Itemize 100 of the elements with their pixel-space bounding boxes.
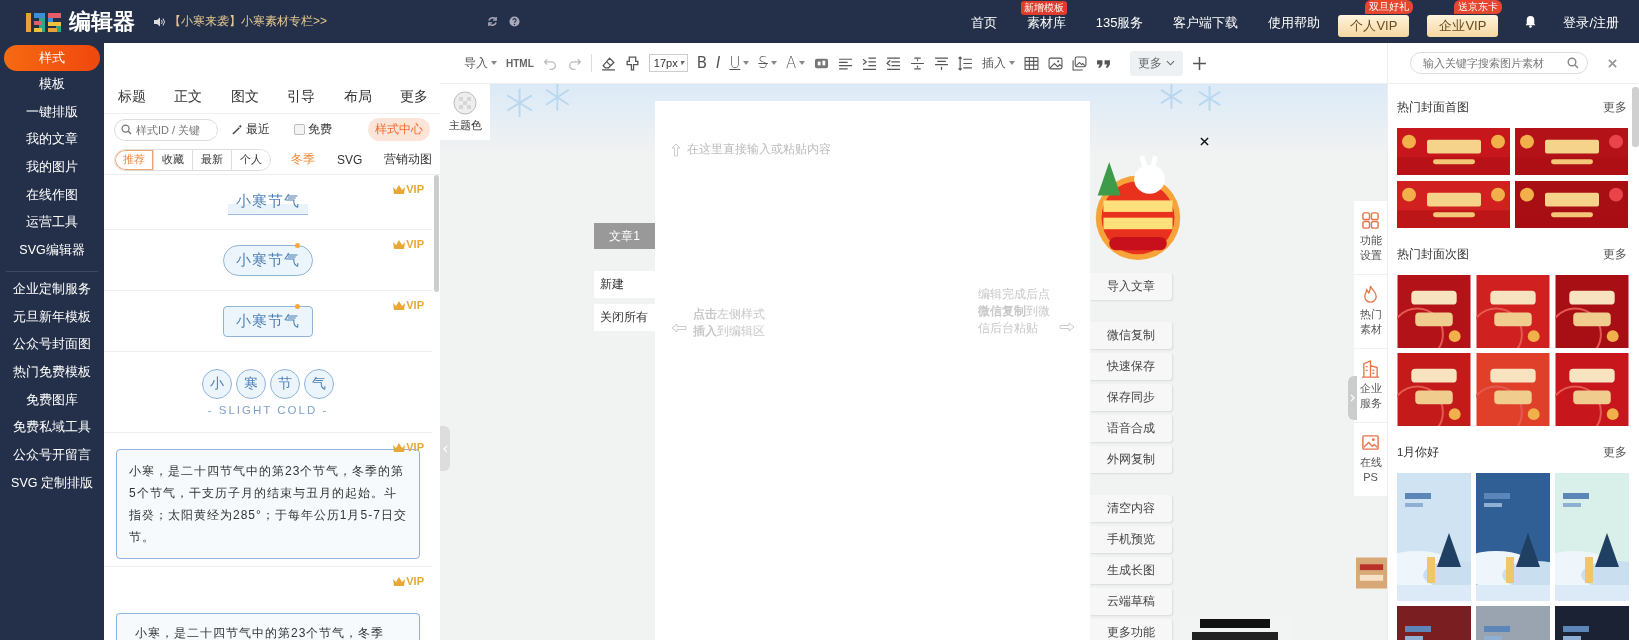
more-link[interactable]: 更多: [1603, 444, 1627, 460]
scrollbar[interactable]: [434, 175, 439, 292]
nav-link[interactable]: 135服务: [1095, 15, 1144, 30]
action-button[interactable]: 清空内容: [1090, 495, 1172, 522]
underline-button[interactable]: U: [729, 54, 750, 72]
nav-link[interactable]: 素材库: [1026, 15, 1066, 30]
vip-button[interactable]: 企业VIP: [1427, 15, 1499, 37]
sidebar-item[interactable]: 免费私域工具: [4, 414, 100, 442]
font-size-field[interactable]: 17px: [648, 54, 688, 72]
italic-button[interactable]: I: [715, 54, 721, 72]
expand-handle[interactable]: [1348, 376, 1357, 420]
login-link[interactable]: 登录/注册: [1563, 15, 1619, 30]
editor-placeholder: 在这里直接输入或粘贴内容: [687, 141, 831, 158]
announcement-link[interactable]: 【小寒来袭】小寒素材专栏>>: [169, 13, 327, 30]
more-button[interactable]: 更多: [1130, 50, 1184, 76]
insert-menu[interactable]: 插入: [982, 55, 1016, 71]
format-brush-icon[interactable]: [624, 55, 640, 71]
vip-tag: VIP: [393, 238, 424, 250]
indent-icon[interactable]: [862, 55, 878, 71]
category-tab[interactable]: 更多: [399, 87, 428, 106]
sidebar-item[interactable]: 免费图库: [4, 386, 100, 415]
article-action-button[interactable]: 关闭所有: [594, 304, 655, 331]
action-button[interactable]: 外网复制: [1090, 446, 1172, 473]
more-link[interactable]: 更多: [1603, 246, 1627, 262]
outdent-icon[interactable]: [886, 55, 902, 71]
sidebar-item[interactable]: 元旦新年模板: [4, 303, 100, 332]
snowflake-drawing: [506, 84, 570, 118]
sidebar-item[interactable]: 公众号封面图: [4, 331, 100, 359]
refresh-icon[interactable]: [487, 16, 498, 27]
sidebar-item[interactable]: SVG编辑器: [4, 237, 100, 265]
action-button[interactable]: 生成长图: [1090, 557, 1172, 584]
category-tab[interactable]: 标题: [118, 87, 146, 106]
action-button[interactable]: 快速保存: [1090, 353, 1172, 380]
help-icon[interactable]: [509, 16, 520, 27]
snowflake-drawing: [1160, 84, 1221, 112]
action-button[interactable]: 保存同步: [1090, 384, 1172, 411]
sidebar-item[interactable]: 我的文章: [4, 126, 100, 155]
style-title[interactable]: 小寒节气: [223, 305, 313, 337]
nav-link[interactable]: 使用帮助: [1268, 15, 1321, 30]
arrow-up-icon: [671, 142, 681, 157]
eraser-icon[interactable]: [600, 55, 616, 71]
bold-button[interactable]: B: [696, 54, 707, 72]
crown-icon: [393, 442, 406, 452]
char-circle[interactable]: 寒: [236, 368, 266, 399]
gallery-icon[interactable]: [1072, 55, 1088, 71]
image-icon[interactable]: [1048, 55, 1064, 71]
article-action-button[interactable]: 新建: [594, 271, 655, 298]
new-badge: 新增模板: [1020, 1, 1067, 15]
table-icon[interactable]: [1024, 55, 1040, 71]
theme-color-button[interactable]: 主题色: [440, 84, 490, 140]
more-link[interactable]: 更多: [1603, 99, 1627, 115]
import-menu[interactable]: 导入: [464, 55, 497, 71]
action-button[interactable]: 云端草稿: [1090, 588, 1172, 615]
bell-icon[interactable]: [1524, 15, 1538, 28]
sidebar-item[interactable]: 我的图片: [4, 154, 100, 182]
line-height-icon[interactable]: [958, 55, 974, 71]
sidebar-item[interactable]: 模板: [4, 71, 100, 99]
building-icon: [1361, 359, 1380, 378]
char-circle[interactable]: 节: [270, 368, 300, 399]
sidebar-item[interactable]: 在线作图: [4, 181, 100, 210]
sidebar-item[interactable]: 一键排版: [4, 98, 100, 127]
vip-button[interactable]: 个人VIP: [1338, 15, 1410, 37]
sidebar-item[interactable]: 公众号开留言: [4, 441, 100, 470]
sidebar-item[interactable]: 企业定制服务: [4, 275, 100, 304]
section-title: 1月你好: [1397, 444, 1440, 460]
style-title[interactable]: 小寒节气: [223, 244, 313, 276]
collapse-handle[interactable]: [440, 426, 450, 471]
nav-link[interactable]: 首页: [970, 15, 997, 30]
recent-link[interactable]: 最近: [246, 121, 270, 138]
char-circle[interactable]: 气: [304, 368, 334, 399]
html-button[interactable]: HTML: [506, 57, 534, 69]
promo-badge: 双旦好礼: [1365, 0, 1414, 14]
scrollbar[interactable]: [1632, 87, 1639, 147]
sidebar-item[interactable]: 热门免费模板: [4, 358, 100, 387]
category-tab[interactable]: 引导: [287, 87, 316, 106]
char-circle[interactable]: 小: [202, 368, 232, 399]
strikethrough-button[interactable]: S: [758, 54, 777, 72]
category-tab[interactable]: 图文: [230, 87, 259, 106]
sidebar-item[interactable]: 运营工具: [4, 209, 100, 238]
vertical-align-icon[interactable]: [910, 55, 926, 71]
nav-link[interactable]: 客户端下载: [1173, 15, 1239, 30]
free-checkbox[interactable]: [294, 124, 305, 135]
sidebar-item[interactable]: SVG 定制排版: [4, 469, 100, 498]
category-tab[interactable]: 正文: [174, 87, 203, 106]
category-link[interactable]: SVG: [337, 152, 363, 167]
category-link[interactable]: 营销动图: [384, 151, 433, 168]
paragraph-spacing-icon[interactable]: [934, 55, 950, 71]
speaker-icon: [153, 16, 165, 27]
font-color-button[interactable]: A: [785, 54, 806, 72]
filter-tab[interactable]: 个人: [231, 149, 270, 170]
add-icon[interactable]: [1192, 55, 1208, 71]
category-tab[interactable]: 布局: [343, 87, 372, 106]
action-button[interactable]: 更多功能: [1090, 619, 1172, 640]
action-button[interactable]: 微信复制: [1090, 322, 1172, 349]
grid-icon: [1361, 211, 1380, 230]
action-button[interactable]: 语音合成: [1090, 415, 1172, 442]
close-icon[interactable]: [1200, 137, 1209, 146]
action-button[interactable]: 手机预览: [1090, 526, 1172, 553]
action-button[interactable]: 导入文章: [1090, 273, 1172, 300]
style-paragraph[interactable]: 小寒，是二十四节气中的第23个节气，冬季: [116, 613, 420, 640]
